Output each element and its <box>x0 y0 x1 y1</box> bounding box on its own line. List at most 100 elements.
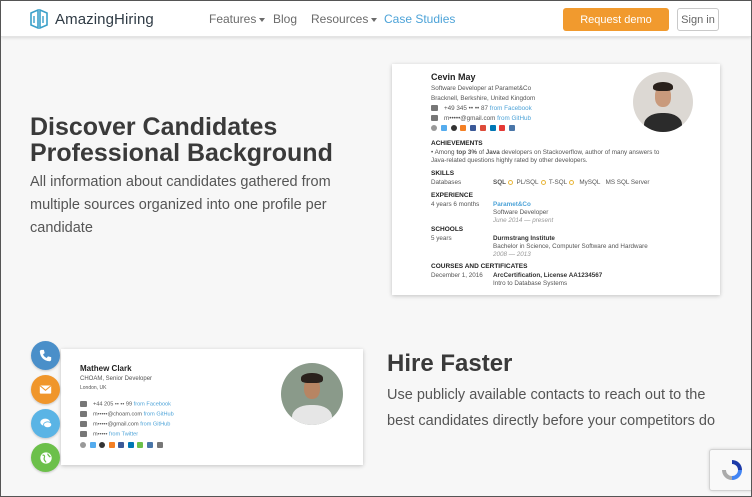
logo-icon <box>30 9 48 29</box>
contact-role: CHOAM, Senior Developer <box>80 376 153 382</box>
course-description: Intro to Database Systems <box>493 280 568 287</box>
avatar-hair <box>301 372 323 383</box>
discover-title: Discover Candidates Professional Backgro… <box>30 113 333 167</box>
stackoverflow-icon[interactable] <box>108 442 115 448</box>
skill-mssql: MS SQL Server <box>605 179 650 186</box>
github-icon[interactable] <box>99 442 106 448</box>
candidate-email: m•••••@gmail.com <box>444 115 496 122</box>
facebook-icon[interactable] <box>118 442 125 448</box>
skill-mysql: MySQL <box>579 179 601 186</box>
school-degree: Bachelor in Science, Computer Software a… <box>493 243 648 250</box>
schools-duration: 5 years <box>431 235 452 242</box>
skills-label: Databases <box>431 179 462 186</box>
twitter-icon[interactable] <box>440 125 447 132</box>
phone-button[interactable] <box>31 341 60 370</box>
stackoverflow-icon[interactable] <box>460 125 467 132</box>
skills-heading: SKILLS <box>431 170 455 177</box>
achievement-line-1: • Among top 3% of Java developers on Sta… <box>431 149 659 156</box>
skill-badge-icon <box>507 179 513 185</box>
achievements-heading: ACHIEVEMENTS <box>431 140 483 147</box>
contact-email1: m•••••@choam.com <box>93 411 143 418</box>
candidate-phone: +49 345 •• •• 87 <box>444 105 489 112</box>
globe-button[interactable] <box>31 443 60 472</box>
nav-resources[interactable]: Resources <box>311 12 378 26</box>
contact-email2-row: m•••••@gmail.com from GitHub <box>80 421 170 427</box>
globe-icon[interactable] <box>80 442 86 448</box>
email-icon <box>80 411 87 417</box>
twitter-icon[interactable] <box>89 442 96 448</box>
social-icons-row <box>431 125 517 132</box>
ach-post: developers on Stackoverflow, author of m… <box>499 149 660 156</box>
experience-dates: June 2014 — present <box>493 217 554 224</box>
phone-source[interactable]: from Facebook <box>490 105 532 112</box>
course-date: December 1, 2016 <box>431 272 483 279</box>
linkedin-icon[interactable] <box>127 442 134 448</box>
nav-blog-label: Blog <box>273 12 298 26</box>
email-icon <box>39 385 52 394</box>
recaptcha-badge[interactable] <box>709 449 751 491</box>
school-dates: 2008 — 2013 <box>493 251 531 258</box>
angellist-icon[interactable] <box>137 442 144 448</box>
candidate-avatar <box>633 72 693 132</box>
avatar-body <box>643 112 683 132</box>
candidate-role: Software Developer at Paramet&Co <box>431 85 532 92</box>
linkedin-icon[interactable] <box>489 125 496 132</box>
candidate-profile-card: Cevin May Software Developer at Paramet&… <box>392 64 720 295</box>
sign-in-button[interactable]: Sign in <box>677 8 719 31</box>
avatar-body <box>292 405 332 425</box>
school-name: Durmstrang Institute <box>493 235 555 242</box>
skill-badge-icon <box>569 179 575 185</box>
recaptcha-icon <box>722 460 742 480</box>
experience-duration: 4 years 6 months <box>431 201 480 208</box>
github-icon[interactable] <box>450 125 457 132</box>
globe-icon <box>39 451 52 464</box>
phone-icon <box>80 401 87 407</box>
chevron-down-icon <box>371 17 378 22</box>
contact-phone-source[interactable]: from Facebook <box>134 401 171 407</box>
hire-faster-title: Hire Faster <box>387 350 513 377</box>
experience-company[interactable]: Paramet&Co <box>493 201 531 208</box>
top-navbar: AmazingHiring Features Blog Resources Ca… <box>1 1 751 37</box>
discover-description: All information about candidates gathere… <box>30 174 331 236</box>
nav-blog[interactable]: Blog <box>273 12 297 26</box>
contact-location: London, UK <box>80 385 107 391</box>
logo-text: AmazingHiring <box>55 10 154 28</box>
ach-pre: • Among <box>431 149 457 156</box>
schools-heading: SCHOOLS <box>431 226 464 233</box>
skill-tsql: T-SQL <box>548 179 568 186</box>
nav-case-studies[interactable]: Case Studies <box>384 12 455 26</box>
email-source[interactable]: from GitHub <box>497 115 531 122</box>
google-plus-icon[interactable] <box>479 125 486 132</box>
vk-icon[interactable] <box>509 125 515 132</box>
email-button[interactable] <box>31 375 60 404</box>
request-demo-button[interactable]: Request demo <box>563 8 669 31</box>
ach-bold1: top 3% <box>456 149 477 156</box>
skills-list: SQL PL/SQL T-SQL MySQL MS SQL Server <box>493 179 649 186</box>
logo[interactable]: AmazingHiring <box>29 9 154 29</box>
angellist-icon[interactable] <box>499 125 506 132</box>
contact-email1-row: m•••••@choam.com from GitHub <box>80 411 174 417</box>
contact-email2-source[interactable]: from GitHub <box>140 421 170 427</box>
vk-icon[interactable] <box>146 442 153 448</box>
globe-icon[interactable] <box>431 125 437 132</box>
candidate-email-row: m•••••@gmail.com from GitHub <box>431 115 531 122</box>
facebook-icon[interactable] <box>470 125 476 132</box>
nav-features[interactable]: Features <box>209 12 266 26</box>
experience-role: Software Developer <box>493 209 549 216</box>
contact-name: Mathew Clark <box>80 364 132 373</box>
contact-phone-row: +44 205 •• •• 99 from Facebook <box>80 401 171 407</box>
skill-sql: SQL <box>493 179 506 186</box>
contact-avatar <box>281 363 343 425</box>
chevron-down-icon <box>259 17 266 22</box>
contact-other-source[interactable]: from Twitter <box>109 431 138 437</box>
chat-button[interactable] <box>31 409 60 438</box>
contact-email1-source[interactable]: from GitHub <box>144 411 174 417</box>
nav-resources-label: Resources <box>311 12 369 26</box>
nav-features-label: Features <box>209 12 257 26</box>
hire-faster-description: Use publicly available contacts to reach… <box>387 387 716 429</box>
link-icon[interactable] <box>156 442 163 448</box>
avatar-hair <box>652 81 674 92</box>
ach-bold2: Java <box>485 149 500 156</box>
skill-badge-icon <box>540 179 546 185</box>
contact-phone: +44 205 •• •• 99 <box>93 401 133 408</box>
